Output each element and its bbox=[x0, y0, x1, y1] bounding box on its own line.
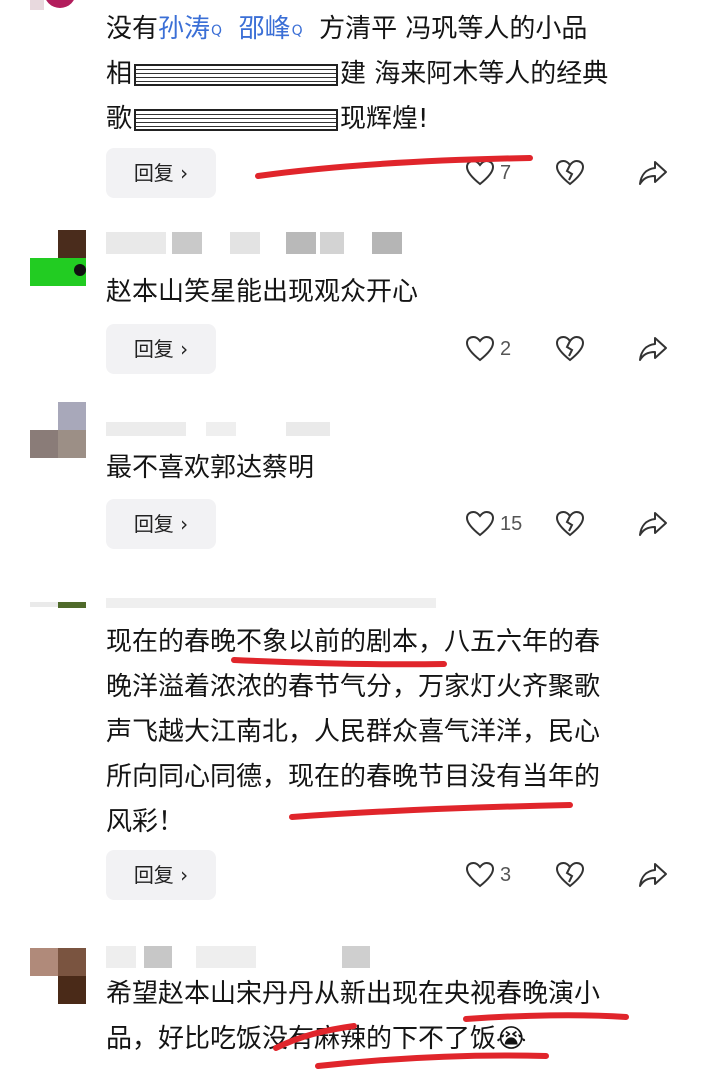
share-button[interactable] bbox=[638, 504, 668, 544]
like-button[interactable]: 3 bbox=[466, 855, 511, 895]
redaction-mark bbox=[134, 63, 339, 86]
like-count: 7 bbox=[500, 161, 512, 184]
broken-heart-icon bbox=[556, 336, 584, 362]
comment-text: 希望赵本山宋丹丹从新出现在央视春晚演小 品，好比吃饭没有麻辣的下不了饭😭 bbox=[106, 979, 601, 1054]
username-redacted bbox=[106, 420, 346, 436]
dislike-button[interactable] bbox=[556, 153, 584, 193]
comment-text: 歌现辉煌! bbox=[106, 104, 429, 134]
search-icon: Q bbox=[211, 23, 223, 39]
mention-link[interactable]: 邵峰Q bbox=[239, 14, 303, 44]
username-redacted bbox=[106, 232, 406, 254]
avatar[interactable] bbox=[30, 402, 86, 458]
like-count: 3 bbox=[500, 863, 512, 886]
reply-button[interactable]: 回复 › bbox=[106, 499, 216, 549]
comment-text: 赵本山笑星能出现观众开心 bbox=[106, 277, 419, 307]
like-count: 15 bbox=[500, 512, 523, 535]
username-redacted bbox=[106, 598, 446, 610]
comment-actions: 3 bbox=[466, 855, 686, 895]
like-count: 2 bbox=[500, 337, 512, 360]
share-icon bbox=[639, 337, 667, 361]
redaction-mark bbox=[134, 108, 339, 131]
comment-actions: 7 bbox=[466, 153, 686, 193]
mention-link[interactable]: 孙涛Q bbox=[158, 14, 222, 44]
avatar[interactable] bbox=[30, 576, 86, 632]
avatar[interactable] bbox=[30, 230, 86, 286]
comment-text: 现在的春晚不象以前的剧本，八五六年的春 晚洋溢着浓浓的春节气分，万家灯火齐聚歌 … bbox=[106, 627, 601, 837]
share-icon bbox=[639, 161, 667, 185]
like-button[interactable]: 15 bbox=[466, 504, 522, 544]
broken-heart-icon bbox=[556, 511, 584, 537]
dislike-button[interactable] bbox=[556, 855, 584, 895]
broken-heart-icon bbox=[556, 160, 584, 186]
username-redacted bbox=[106, 946, 386, 968]
like-button[interactable]: 7 bbox=[466, 153, 511, 193]
share-button[interactable] bbox=[638, 329, 668, 369]
dislike-button[interactable] bbox=[556, 329, 584, 369]
crying-emoji: 😭 bbox=[496, 1024, 527, 1054]
reply-button[interactable]: 回复 › bbox=[106, 850, 216, 900]
avatar[interactable] bbox=[30, 948, 86, 1004]
share-icon bbox=[639, 863, 667, 887]
comment-actions: 2 bbox=[466, 329, 686, 369]
dislike-button[interactable] bbox=[556, 504, 584, 544]
like-button[interactable]: 2 bbox=[466, 329, 511, 369]
share-icon bbox=[639, 512, 667, 536]
reply-button[interactable]: 回复 › bbox=[106, 324, 216, 374]
avatar[interactable] bbox=[30, 0, 90, 10]
heart-icon bbox=[466, 336, 494, 362]
comment-text: 没有孙涛Q 邵峰Q 方清平 冯巩等人的小品 bbox=[106, 14, 588, 44]
broken-heart-icon bbox=[556, 862, 584, 888]
share-button[interactable] bbox=[638, 855, 668, 895]
heart-icon bbox=[466, 862, 494, 888]
comment-text: 最不喜欢郭达蔡明 bbox=[106, 453, 315, 483]
search-icon: Q bbox=[291, 23, 303, 39]
heart-icon bbox=[466, 511, 494, 537]
comment-actions: 15 bbox=[466, 504, 686, 544]
comment-text: 相建 海来阿木等人的经典 bbox=[106, 59, 609, 89]
reply-button[interactable]: 回复 › bbox=[106, 148, 216, 198]
share-button[interactable] bbox=[638, 153, 668, 193]
heart-icon bbox=[466, 160, 494, 186]
